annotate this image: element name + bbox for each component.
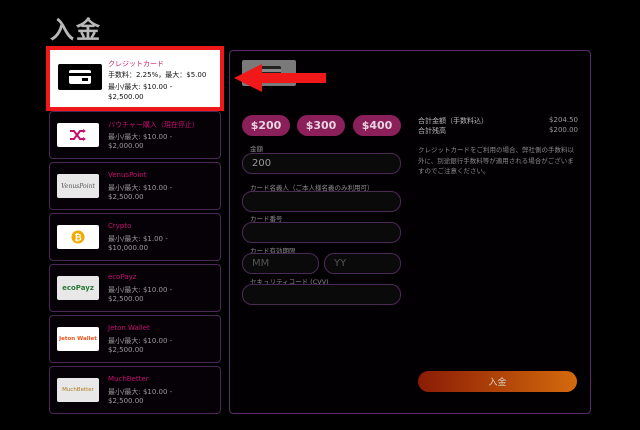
- method-name: クレジットカード: [108, 60, 164, 68]
- method-limit-max: $2,500.00: [108, 397, 144, 405]
- method-limit-max: $10,000.00: [108, 244, 149, 252]
- total-value: $204.50: [549, 116, 578, 124]
- bitcoin-icon: ₿: [57, 225, 99, 249]
- method-name: VenusPoint: [108, 171, 147, 179]
- amount-200-button[interactable]: $200: [242, 115, 290, 136]
- method-limit-max: $2,000.00: [108, 142, 144, 150]
- method-muchbetter[interactable]: MuchBetter MuchBetter 最小/最大: $10.00 - $2…: [49, 366, 221, 414]
- method-jeton[interactable]: Jeton Wallet Jeton Wallet 最小/最大: $10.00 …: [49, 315, 221, 363]
- method-name: MuchBetter: [108, 375, 149, 383]
- method-limit: 最小/最大: $10.00 -: [108, 337, 173, 345]
- amount-300-button[interactable]: $300: [297, 115, 345, 136]
- fee-note: クレジットカードをご利用の場合、弊社側の手数料以外に、別途銀行手数料等が適用され…: [418, 146, 574, 175]
- card-holder-input[interactable]: [242, 191, 401, 212]
- method-limit: 最小/最大: $10.00 -: [108, 388, 173, 396]
- method-voucher[interactable]: バウチャー購入（現在停止） 最小/最大: $10.00 - $2,000.00: [49, 111, 221, 159]
- method-limit-max: $2,500.00: [108, 193, 144, 201]
- method-name: Crypto: [108, 222, 132, 230]
- method-name: Jeton Wallet: [108, 324, 150, 332]
- arrow-left-icon: [234, 64, 326, 92]
- method-limit-max: $2,500.00: [108, 346, 144, 354]
- method-limit: 最小/最大: $1.00 -: [108, 235, 168, 243]
- amount-400-button[interactable]: $400: [353, 115, 401, 136]
- venuspoint-logo: VenusPoint: [57, 174, 99, 198]
- method-limit: 最小/最大: $10.00 -: [108, 184, 173, 192]
- total-label: 合計金額（手数料込）: [418, 117, 488, 125]
- cvv-input[interactable]: [242, 284, 401, 305]
- method-venuspoint[interactable]: VenusPoint VenusPoint 最小/最大: $10.00 - $2…: [49, 162, 221, 210]
- method-fee: 手数料：2.25%，最大：$5.00: [108, 71, 207, 79]
- amount-label: 金額: [250, 145, 263, 153]
- jeton-logo: Jeton Wallet: [57, 327, 99, 351]
- method-limit: 最小/最大: $10.00 -: [108, 286, 173, 294]
- balance-value: $200.00: [549, 126, 578, 134]
- balance-label: 合計残高: [418, 127, 446, 135]
- method-name: ecoPayz: [108, 273, 137, 281]
- amount-input[interactable]: 200: [242, 153, 401, 174]
- expiry-month-input[interactable]: MM: [242, 253, 319, 274]
- method-name: バウチャー購入（現在停止）: [108, 121, 199, 129]
- card-number-input[interactable]: [242, 222, 401, 243]
- credit-card-icon: [58, 64, 102, 90]
- page-title: 入金: [50, 16, 102, 44]
- ecopayz-logo: ecoPayz: [57, 276, 99, 300]
- svg-text:₿: ₿: [74, 233, 81, 244]
- method-limit-max: $2,500.00: [108, 93, 144, 101]
- method-limit: 最小/最大: $10.00 -: [108, 83, 173, 91]
- method-crypto[interactable]: ₿ Crypto 最小/最大: $1.00 - $10,000.00: [49, 213, 221, 261]
- method-limit: 最小/最大: $10.00 -: [108, 133, 173, 141]
- muchbetter-logo: MuchBetter: [57, 378, 99, 402]
- method-limit-max: $2,500.00: [108, 295, 144, 303]
- deposit-button[interactable]: 入金: [418, 371, 577, 392]
- expiry-year-input[interactable]: YY: [324, 253, 401, 274]
- shuffle-icon: [57, 123, 99, 147]
- method-ecopayz[interactable]: ecoPayz ecoPayz 最小/最大: $10.00 - $2,500.0…: [49, 264, 221, 312]
- method-credit-card[interactable]: クレジットカード 手数料：2.25%，最大：$5.00 最小/最大: $10.0…: [46, 46, 224, 111]
